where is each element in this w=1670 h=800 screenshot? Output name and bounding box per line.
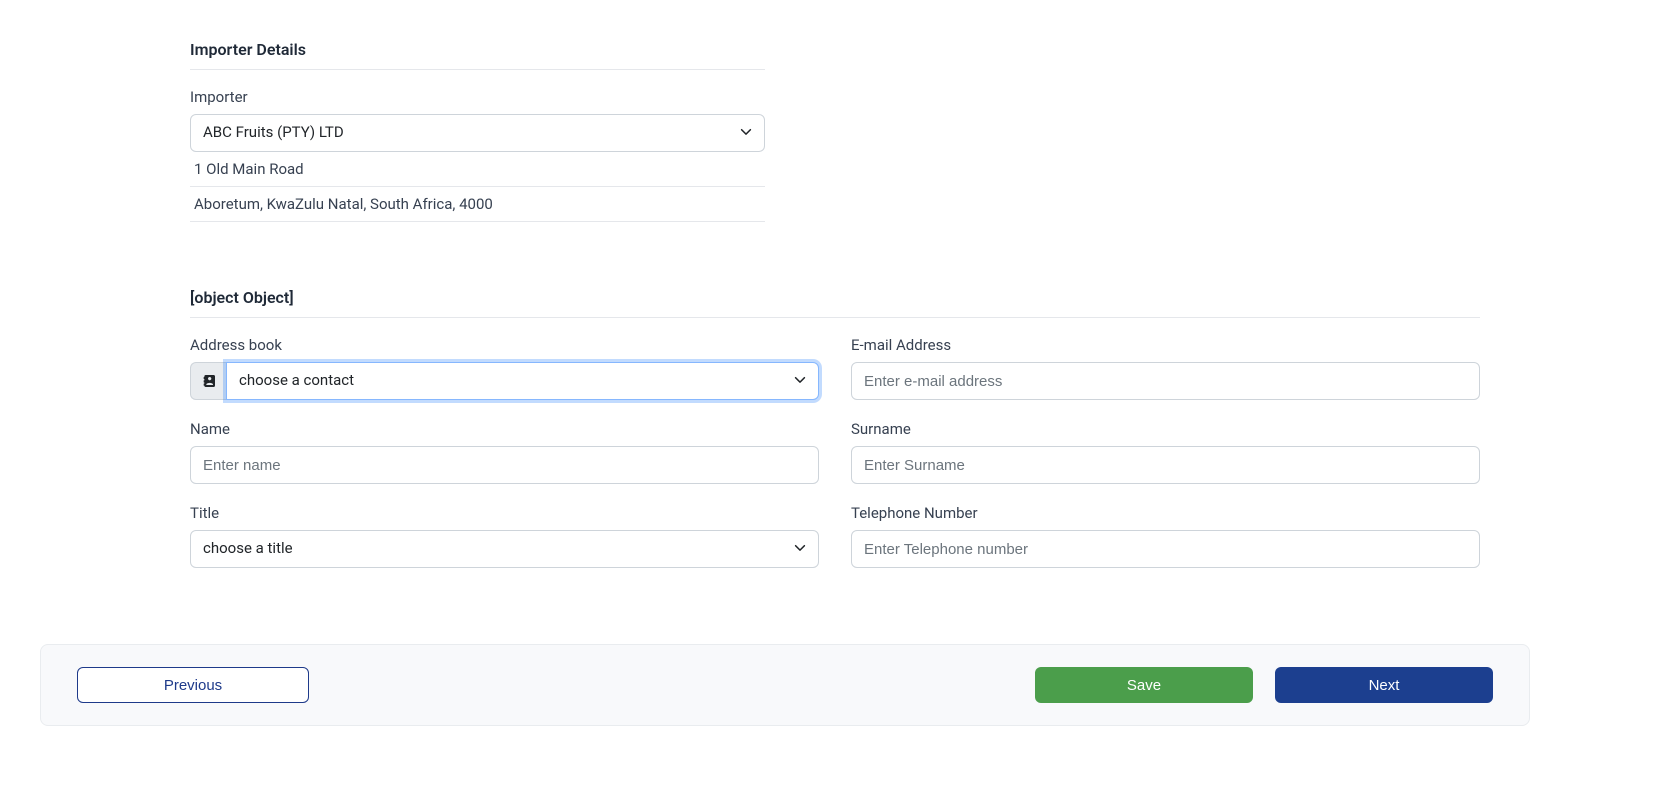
importer-address-line2: Aboretum, KwaZulu Natal, South Africa, 4… (190, 187, 765, 222)
email-group: E-mail Address (851, 336, 1480, 400)
importer-group: Importer ABC Fruits (PTY) LTD 1 Old Main… (190, 88, 1480, 222)
section-title-importer: Importer Details (190, 40, 765, 70)
email-label: E-mail Address (851, 336, 1480, 354)
save-button[interactable]: Save (1035, 667, 1253, 703)
name-group: Name (190, 420, 819, 484)
title-label: Title (190, 504, 819, 522)
importer-select[interactable]: ABC Fruits (PTY) LTD (190, 114, 765, 152)
address-book-icon (190, 362, 226, 400)
address-book-label: Address book (190, 336, 819, 354)
title-select-value[interactable]: choose a title (190, 530, 819, 568)
surname-group: Surname (851, 420, 1480, 484)
previous-button[interactable]: Previous (77, 667, 309, 703)
telephone-group: Telephone Number (851, 504, 1480, 568)
telephone-field[interactable] (851, 530, 1480, 568)
surname-field[interactable] (851, 446, 1480, 484)
title-group: Title choose a title (190, 504, 819, 568)
email-field[interactable] (851, 362, 1480, 400)
importer-address: 1 Old Main Road Aboretum, KwaZulu Natal,… (190, 152, 765, 222)
importer-label: Importer (190, 88, 1480, 106)
name-field[interactable] (190, 446, 819, 484)
next-button[interactable]: Next (1275, 667, 1493, 703)
title-select[interactable]: choose a title (190, 530, 819, 568)
address-book-group: Address book choose a contact (190, 336, 819, 400)
surname-label: Surname (851, 420, 1480, 438)
address-book-select[interactable]: choose a contact (226, 362, 819, 400)
importer-select-value[interactable]: ABC Fruits (PTY) LTD (190, 114, 765, 152)
name-label: Name (190, 420, 819, 438)
address-book-select-value[interactable]: choose a contact (226, 362, 819, 400)
footer-bar: Previous Save Next (40, 644, 1530, 726)
section-title-notification: [object Object] (190, 288, 1480, 318)
importer-address-line1: 1 Old Main Road (190, 152, 765, 187)
telephone-label: Telephone Number (851, 504, 1480, 522)
